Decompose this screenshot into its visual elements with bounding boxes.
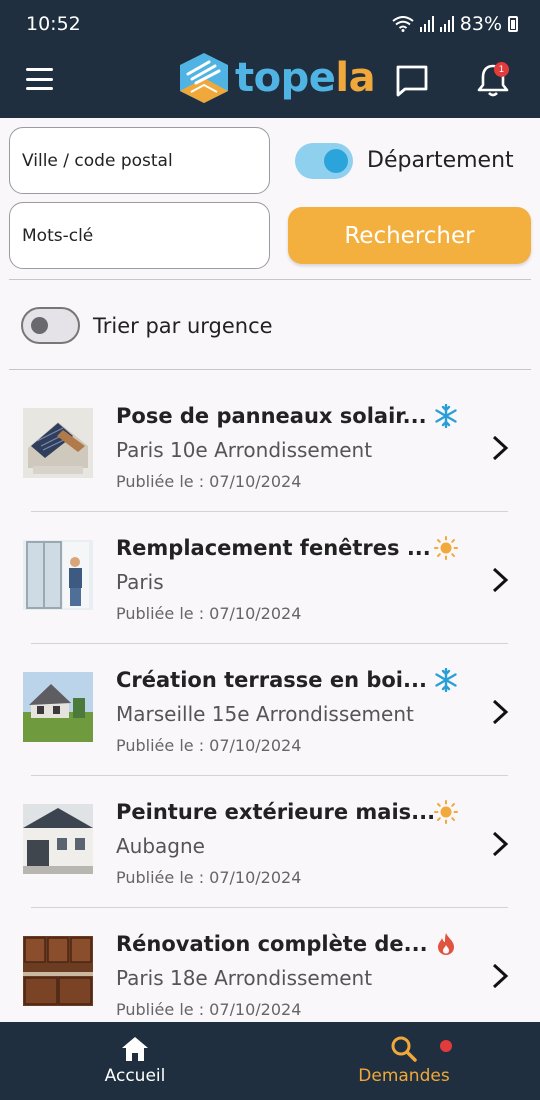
chat-icon[interactable] bbox=[395, 64, 429, 98]
house-lawn-photo bbox=[23, 672, 93, 742]
topela-logo: topela bbox=[179, 52, 376, 104]
logo-text-la: la bbox=[335, 55, 376, 101]
request-title: Rénovation complète de... bbox=[116, 932, 428, 956]
chevron-right-icon bbox=[492, 567, 509, 593]
request-date: Publiée le : 07/10/2024 bbox=[116, 604, 302, 623]
nav-home[interactable]: Accueil bbox=[85, 1022, 185, 1100]
departement-label: Département bbox=[367, 148, 514, 173]
request-date: Publiée le : 07/10/2024 bbox=[116, 1000, 302, 1016]
logo-mark-icon bbox=[180, 53, 228, 103]
notification-badge: 1 bbox=[494, 62, 509, 77]
request-item[interactable]: Création terrasse en boi... Marseille 15… bbox=[0, 644, 540, 776]
request-title: Création terrasse en boi... bbox=[116, 668, 427, 692]
menu-button[interactable] bbox=[26, 68, 53, 90]
request-date: Publiée le : 07/10/2024 bbox=[116, 472, 302, 491]
request-date: Publiée le : 07/10/2024 bbox=[116, 868, 302, 887]
request-item[interactable]: Peinture extérieure mais... Aubagne Publ… bbox=[0, 776, 540, 908]
request-title: Peinture extérieure mais... bbox=[116, 800, 436, 824]
keywords-input[interactable]: Mots-clé bbox=[9, 202, 270, 269]
signal-icon bbox=[419, 16, 434, 32]
nav-home-label: Accueil bbox=[104, 1066, 166, 1086]
status-time: 10:52 bbox=[26, 13, 81, 35]
request-title: Remplacement fenêtres ... bbox=[116, 536, 431, 560]
signal-icon-2 bbox=[439, 16, 454, 32]
solar-panel-roof-photo bbox=[23, 408, 93, 478]
bottom-navigation: Accueil Demandes bbox=[0, 1022, 540, 1100]
app-screen: 10:52 83% topela 1 Ville / code postal M… bbox=[0, 0, 540, 1100]
wooden-kitchen-photo bbox=[23, 936, 93, 1006]
house-facade-photo bbox=[23, 804, 93, 874]
battery-icon bbox=[508, 16, 518, 32]
snowflake-icon bbox=[435, 404, 457, 428]
chevron-right-icon bbox=[492, 699, 509, 725]
window-installation-photo bbox=[23, 540, 93, 610]
chevron-right-icon bbox=[492, 435, 509, 461]
divider bbox=[9, 279, 531, 280]
battery-percent: 83% bbox=[459, 13, 502, 35]
search-icon bbox=[391, 1036, 417, 1062]
wifi-icon bbox=[392, 16, 414, 32]
request-list: Pose de panneaux solair... Paris 10e Arr… bbox=[0, 380, 540, 1016]
request-date: Publiée le : 07/10/2024 bbox=[116, 736, 302, 755]
top-bar: 10:52 83% topela 1 bbox=[0, 0, 540, 118]
urgency-sort-label: Trier par urgence bbox=[93, 314, 273, 338]
requests-notification-dot bbox=[440, 1040, 452, 1052]
city-input[interactable]: Ville / code postal bbox=[9, 127, 270, 194]
flame-icon bbox=[438, 933, 454, 955]
request-item[interactable]: Pose de panneaux solair... Paris 10e Arr… bbox=[0, 380, 540, 512]
divider bbox=[9, 369, 531, 370]
departement-toggle[interactable] bbox=[295, 143, 353, 179]
logo-text-tope: tope bbox=[235, 55, 336, 101]
search-button[interactable]: Rechercher bbox=[288, 207, 531, 264]
request-location: Aubagne bbox=[116, 834, 205, 858]
request-item[interactable]: Rénovation complète de... Paris 18e Arro… bbox=[0, 908, 540, 1016]
request-location: Paris bbox=[116, 570, 164, 594]
status-indicators: 83% bbox=[392, 13, 518, 35]
snowflake-icon bbox=[435, 668, 457, 692]
nav-requests-label: Demandes bbox=[358, 1066, 450, 1086]
nav-requests[interactable]: Demandes bbox=[344, 1022, 464, 1100]
request-title: Pose de panneaux solair... bbox=[116, 404, 427, 428]
home-icon bbox=[122, 1037, 148, 1061]
sun-icon bbox=[434, 800, 458, 824]
request-location: Paris 18e Arrondissement bbox=[116, 966, 373, 990]
chevron-right-icon bbox=[492, 831, 509, 857]
request-location: Marseille 15e Arrondissement bbox=[116, 702, 414, 726]
request-item[interactable]: Remplacement fenêtres ... Paris Publiée … bbox=[0, 512, 540, 644]
sun-icon bbox=[434, 536, 458, 560]
chevron-right-icon bbox=[492, 963, 509, 989]
urgency-sort-toggle[interactable] bbox=[21, 307, 80, 344]
request-location: Paris 10e Arrondissement bbox=[116, 438, 373, 462]
